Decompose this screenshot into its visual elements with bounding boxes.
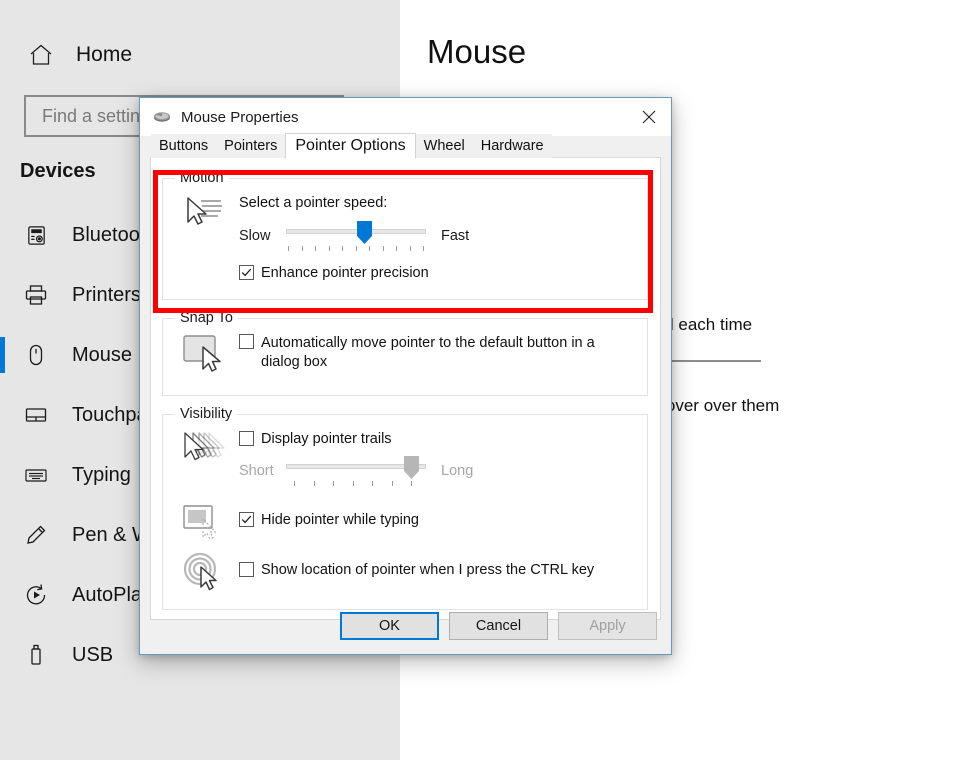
- sidebar-item-label: USB: [72, 644, 113, 667]
- motion-group-label: Motion: [175, 170, 229, 186]
- tab-buttons[interactable]: Buttons: [151, 134, 216, 158]
- slider-ticks: [288, 246, 424, 251]
- sidebar-item-label: Typing: [72, 464, 131, 487]
- trails-short-label: Short: [239, 463, 274, 479]
- snap-to-button-icon: [181, 333, 225, 378]
- display-pointer-trails-checkbox[interactable]: Display pointer trails: [239, 431, 392, 447]
- search-placeholder: Find a settin: [42, 106, 140, 127]
- touchpad-icon: [22, 401, 50, 429]
- checkbox-box: [239, 562, 254, 577]
- dialog-button-row: OK Cancel Apply: [140, 597, 671, 654]
- screen: Home Find a settin Devices Bluetooth: [0, 0, 961, 760]
- checkbox-box: [239, 334, 254, 349]
- home-icon: [28, 42, 54, 68]
- slow-label: Slow: [239, 228, 270, 244]
- dialog-title: Mouse Properties: [181, 109, 299, 126]
- checkbox-label: Automatically move pointer to the defaul…: [261, 334, 619, 372]
- snap-to-group: Snap To Automatically move pointer to th…: [162, 318, 648, 396]
- visibility-group-label: Visibility: [175, 406, 237, 422]
- dialog-tabstrip: Buttons Pointers Pointer Options Wheel H…: [140, 136, 671, 158]
- hide-pointer-icon: [181, 503, 225, 548]
- pointer-speed-icon: [181, 195, 225, 236]
- checkbox-label: Hide pointer while typing: [261, 512, 419, 528]
- autoplay-icon: [22, 581, 50, 609]
- pointer-speed-slider[interactable]: [286, 221, 426, 253]
- pointer-speed-label: Select a pointer speed:: [239, 195, 387, 211]
- tab-hardware[interactable]: Hardware: [473, 134, 552, 158]
- keyboard-icon: [22, 461, 50, 489]
- close-icon[interactable]: [626, 98, 671, 136]
- sidebar-item-label: Mouse: [72, 344, 132, 367]
- snap-to-default-button-checkbox[interactable]: Automatically move pointer to the defaul…: [239, 334, 619, 372]
- printer-icon: [22, 281, 50, 309]
- apply-button: Apply: [558, 612, 657, 640]
- tab-wheel[interactable]: Wheel: [416, 134, 473, 158]
- dialog-body: Motion Select a pointer speed: Slow: [150, 158, 661, 620]
- trails-long-label: Long: [441, 463, 473, 479]
- home-label: Home: [76, 43, 132, 67]
- checkbox-label: Enhance pointer precision: [261, 265, 429, 281]
- mouse-properties-dialog: Mouse Properties Buttons Pointers Pointe…: [139, 97, 672, 655]
- visibility-group: Visibility Display pointer: [162, 414, 648, 610]
- checkbox-label: Show location of pointer when I press th…: [261, 562, 594, 578]
- tab-pointer-options[interactable]: Pointer Options: [285, 133, 415, 159]
- motion-group: Motion Select a pointer speed: Slow: [162, 178, 648, 300]
- fast-label: Fast: [441, 228, 469, 244]
- mouse-icon: [22, 341, 50, 369]
- locate-pointer-icon: [181, 551, 225, 598]
- ok-button[interactable]: OK: [340, 612, 439, 640]
- checkbox-box: [239, 512, 254, 527]
- sidebar-item-home[interactable]: Home: [28, 42, 132, 68]
- checkbox-box: [239, 265, 254, 280]
- snap-to-group-label: Snap To: [175, 310, 238, 326]
- bluetooth-device-icon: [22, 221, 50, 249]
- checkbox-box: [239, 431, 254, 446]
- mouse-icon: [152, 107, 172, 127]
- pointer-trails-icon: [179, 431, 231, 474]
- section-heading: Devices: [20, 160, 96, 183]
- usb-icon: [22, 641, 50, 669]
- show-pointer-location-checkbox[interactable]: Show location of pointer when I press th…: [239, 562, 594, 578]
- tab-pointers[interactable]: Pointers: [216, 134, 285, 158]
- page-title: Mouse: [427, 33, 526, 71]
- pen-icon: [22, 521, 50, 549]
- slider-thumb[interactable]: [356, 221, 373, 245]
- hide-pointer-while-typing-checkbox[interactable]: Hide pointer while typing: [239, 512, 419, 528]
- dialog-title-bar[interactable]: Mouse Properties: [140, 98, 671, 136]
- slider-thumb[interactable]: [403, 456, 420, 480]
- enhance-pointer-precision-checkbox[interactable]: Enhance pointer precision: [239, 265, 429, 281]
- checkbox-label: Display pointer trails: [261, 431, 392, 447]
- cancel-button[interactable]: Cancel: [449, 612, 548, 640]
- pointer-trails-slider[interactable]: [286, 456, 426, 488]
- slider-ticks: [294, 481, 412, 486]
